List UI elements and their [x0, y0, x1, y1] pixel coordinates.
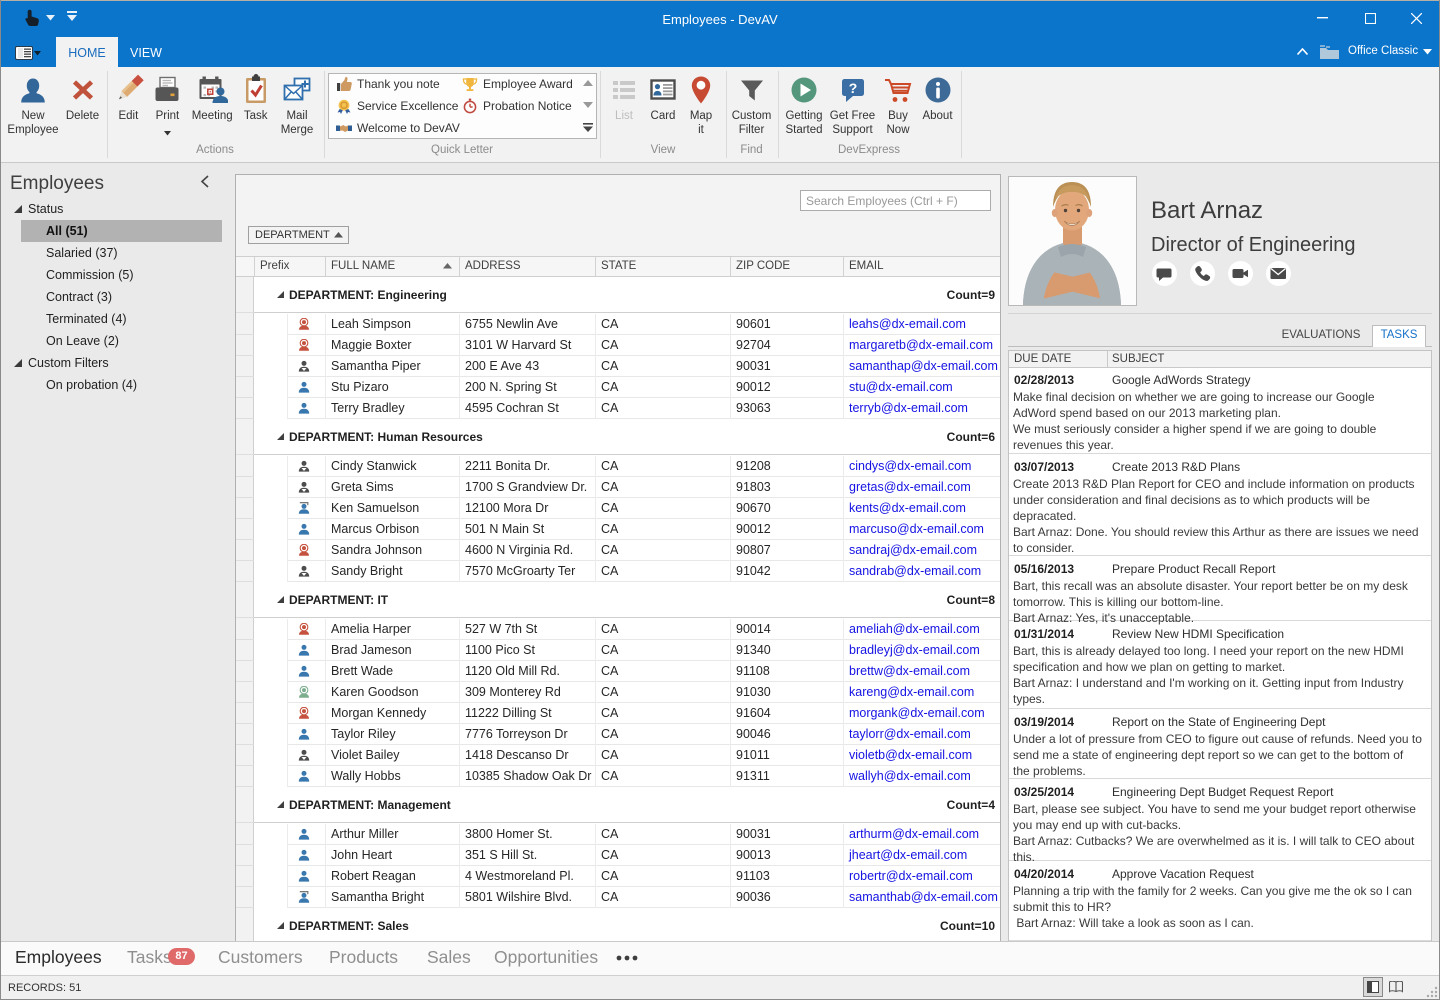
svg-text:?: ?: [848, 80, 857, 96]
